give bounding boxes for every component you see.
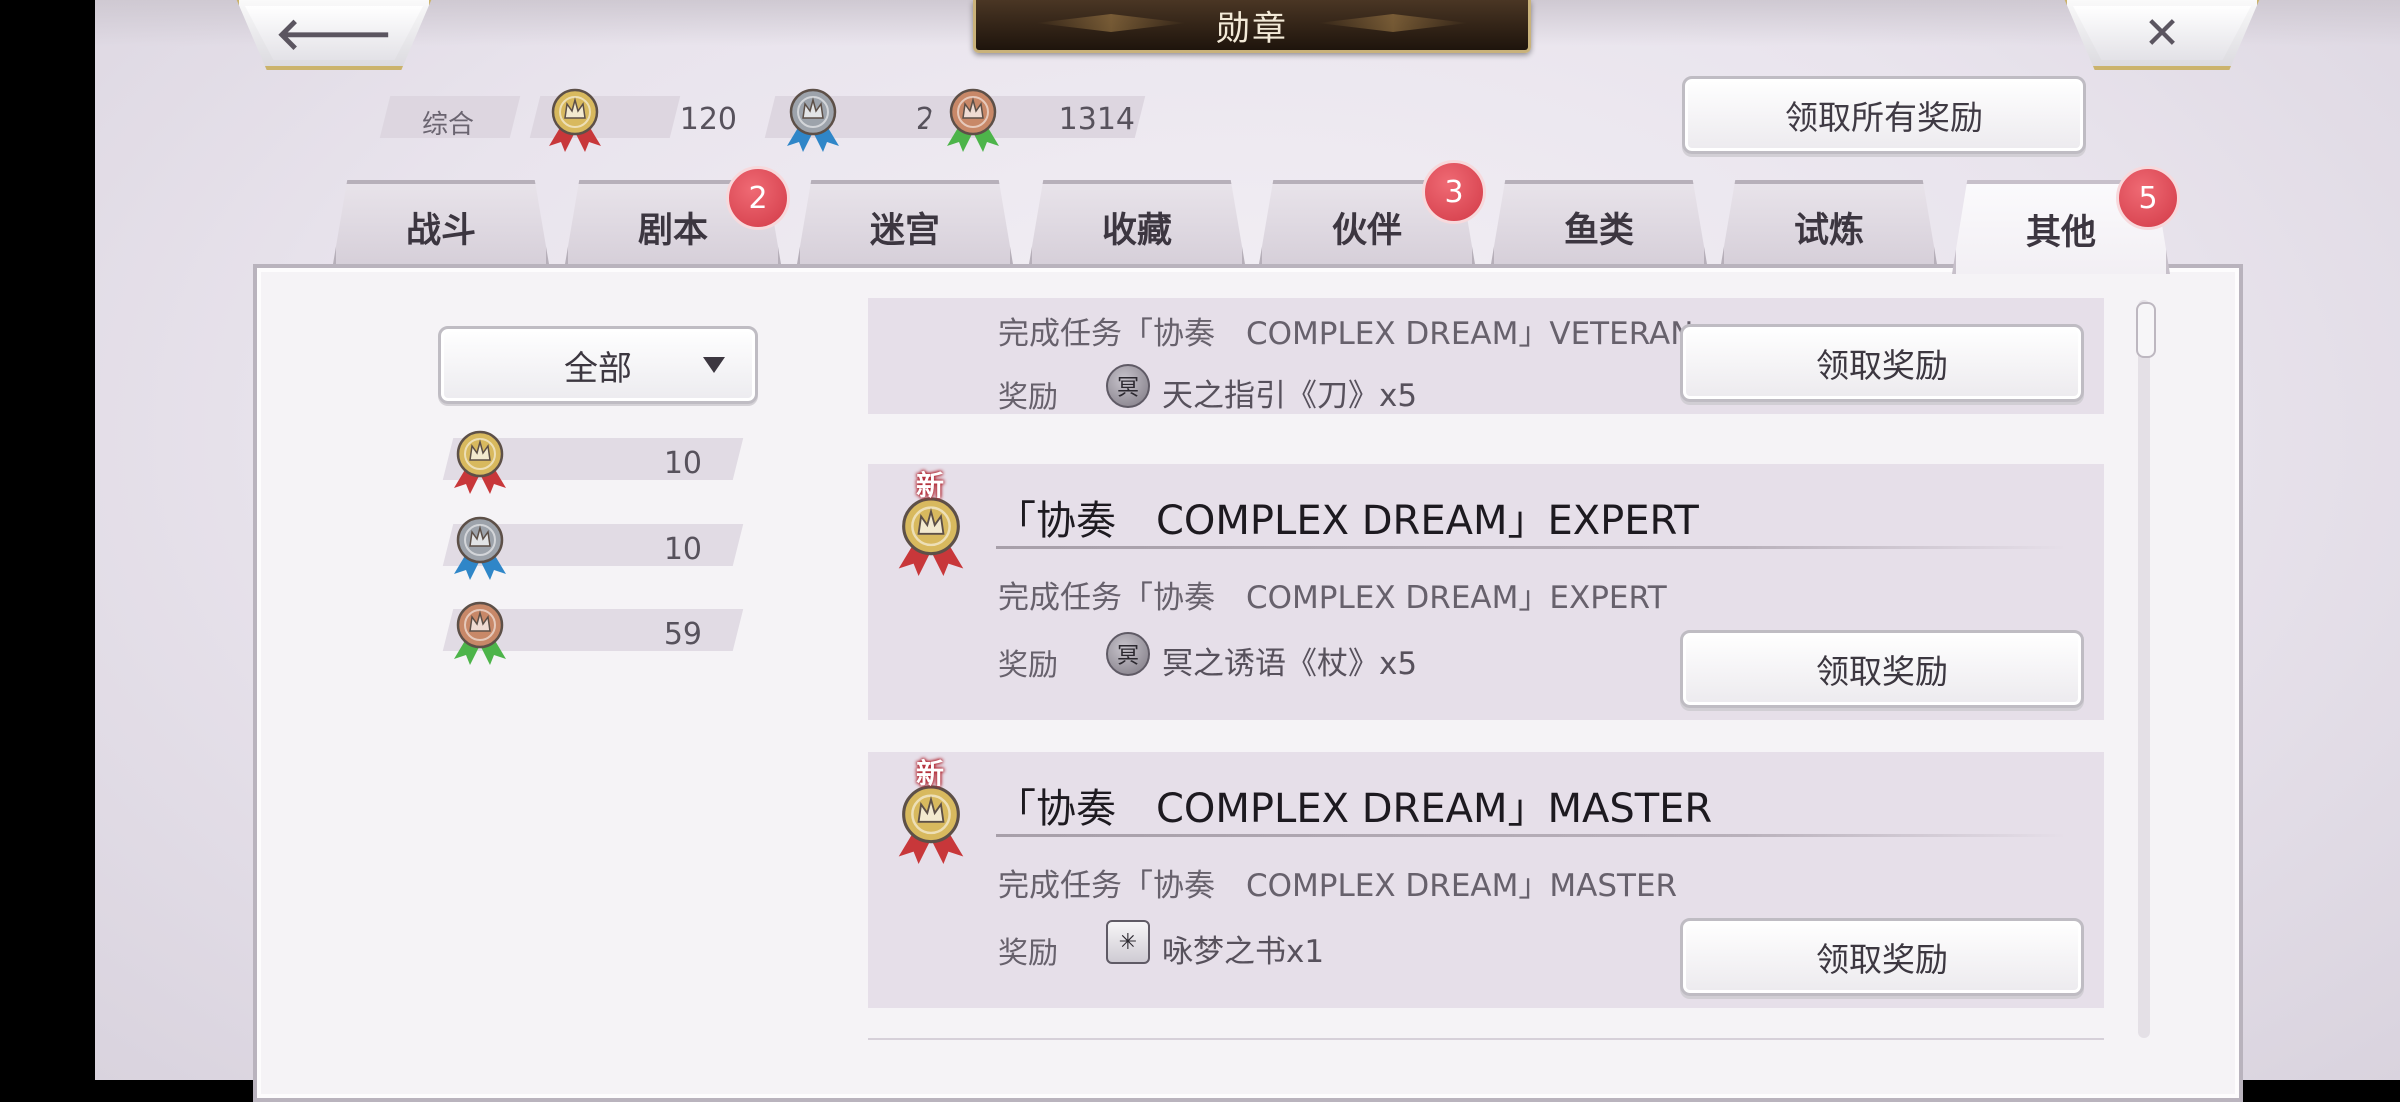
silver-medal-icon [452, 514, 508, 580]
tab-trial[interactable]: 试炼 [1720, 180, 1938, 270]
medal-description: 完成任务「协奏 COMPLEX DREAM」MASTER [998, 868, 1678, 904]
reward-label: 奖励 [998, 936, 1058, 971]
title-divider [996, 546, 2066, 549]
gold-total: 120 [679, 102, 737, 137]
medal-card-master: 新 「协奏 COMPLEX DREAM」MASTER 完成任务「协奏 COMPL… [868, 752, 2104, 1008]
scrollbar-thumb[interactable] [2136, 302, 2156, 358]
book-icon: ✳ [1106, 920, 1150, 964]
close-icon: ✕ [2143, 7, 2181, 59]
reward-text: 咏梦之书x1 [1162, 934, 1325, 970]
reward-item-icon: 冥 [1106, 364, 1150, 408]
medal-description: 完成任务「协奏 COMPLEX DREAM」VETERAN [998, 316, 1694, 352]
claim-reward-button[interactable]: 领取奖励 [1680, 918, 2084, 996]
filter-dropdown[interactable]: 全部 [438, 326, 758, 404]
reward-label: 奖励 [998, 380, 1058, 415]
medal-card-expert: 新 「协奏 COMPLEX DREAM」EXPERT 完成任务「协奏 COMPL… [868, 464, 2104, 720]
reward-item-icon: 冥 [1106, 632, 1150, 676]
list-divider [868, 1038, 2104, 1040]
tab-other-badge: 5 [2116, 166, 2180, 230]
gold-filter-count: 10 [663, 446, 702, 481]
claim-reward-button[interactable]: 领取奖励 [1680, 324, 2084, 402]
claim-reward-button[interactable]: 领取奖励 [1680, 630, 2084, 708]
bronze-medal-icon [945, 86, 1001, 152]
back-button[interactable]: 🡐 [235, 0, 433, 70]
bronze-medal-icon [452, 599, 508, 665]
gold-medal-icon [896, 782, 966, 864]
gold-medal-icon [547, 86, 603, 152]
silver-medal-icon [785, 86, 841, 152]
medal-card-veteran: 完成任务「协奏 COMPLEX DREAM」VETERAN 奖励 冥 天之指引《… [868, 298, 2104, 415]
tab-collection[interactable]: 收藏 [1028, 180, 1246, 270]
reward-text: 天之指引《刀》x5 [1162, 378, 1418, 414]
gold-medal-icon [896, 494, 966, 576]
medal-list[interactable]: 完成任务「协奏 COMPLEX DREAM」VETERAN 奖励 冥 天之指引《… [868, 298, 2108, 1058]
new-badge: 新 [916, 469, 945, 502]
bronze-filter-count: 59 [663, 617, 702, 652]
silver-filter-count: 10 [663, 532, 702, 567]
page-title: 勋章 [1216, 8, 1288, 49]
gold-medal-icon [452, 428, 508, 494]
tab-script-badge: 2 [726, 166, 790, 230]
filter-selected: 全部 [564, 348, 632, 389]
tab-fish[interactable]: 鱼类 [1490, 180, 1708, 270]
tab-dungeon[interactable]: 迷宫 [796, 180, 1014, 270]
medal-title: 「协奏 COMPLEX DREAM」MASTER [996, 786, 1713, 832]
medal-title: 「协奏 COMPLEX DREAM」EXPERT [996, 498, 1699, 544]
new-badge: 新 [916, 757, 945, 790]
reward-label: 奖励 [998, 648, 1058, 683]
reward-text: 冥之诱语《杖》x5 [1162, 646, 1418, 682]
scrollbar-track[interactable] [2138, 300, 2150, 1038]
tab-battle[interactable]: 战斗 [332, 180, 550, 270]
chevron-down-icon [703, 357, 725, 373]
claim-all-button[interactable]: 领取所有奖励 [1682, 76, 2086, 154]
bronze-total: 1314 [1058, 102, 1135, 137]
summary-label: 综合 [422, 110, 475, 140]
tab-partner-badge: 3 [1422, 160, 1486, 224]
title-plate: 勋章 [973, 0, 1531, 53]
title-divider [996, 834, 2066, 837]
close-button[interactable]: ✕ [2063, 0, 2261, 70]
arrow-left-icon: 🡐 [275, 9, 393, 60]
medal-description: 完成任务「协奏 COMPLEX DREAM」EXPERT [998, 580, 1667, 616]
